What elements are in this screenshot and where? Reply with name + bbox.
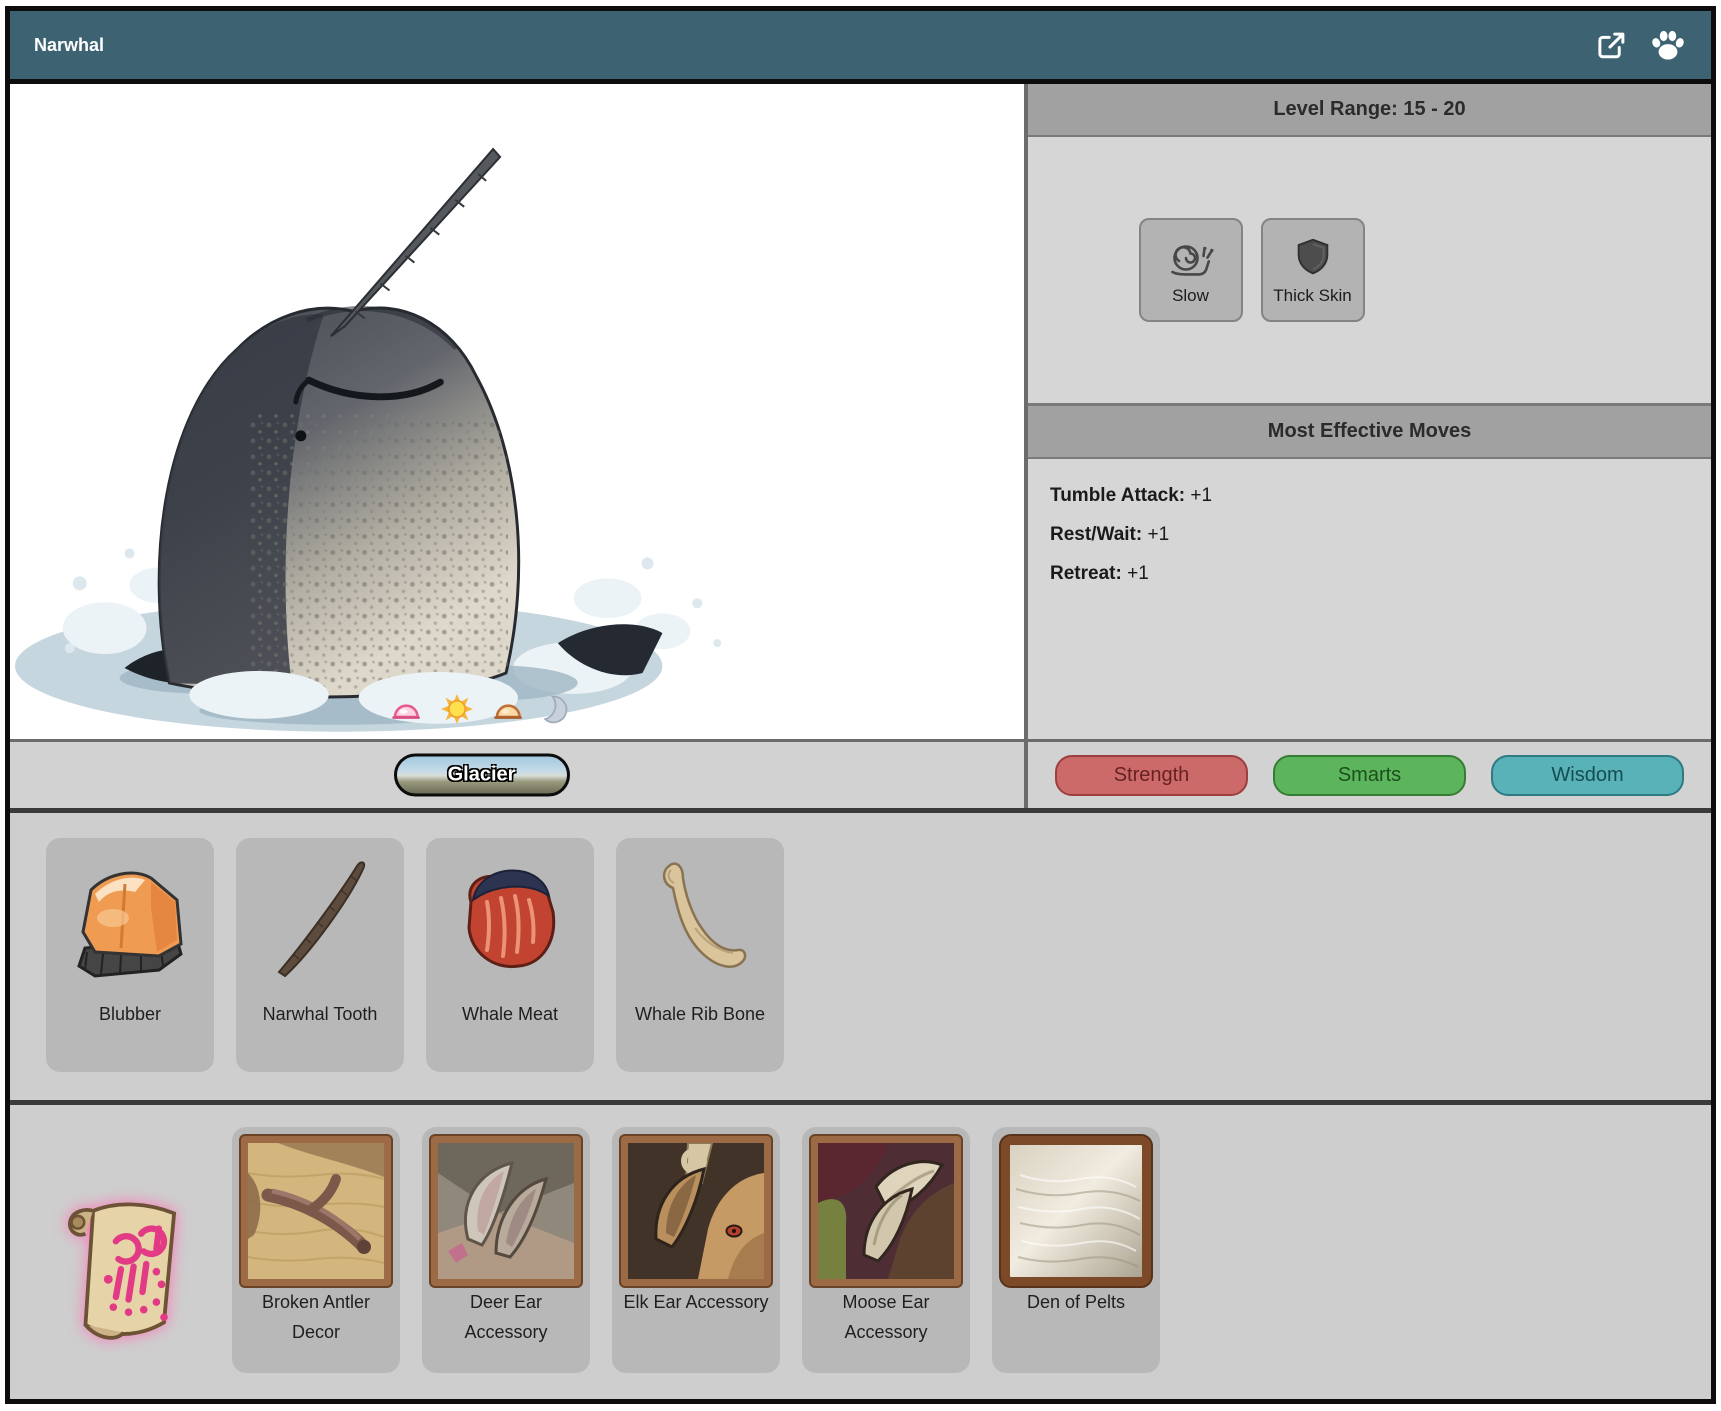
craft-label: Deer Ear Accessory: [431, 1288, 581, 1347]
elk-ear-accessory-thumb: [621, 1136, 771, 1286]
craft-card-broken-antler-decor[interactable]: Broken Antler Decor: [232, 1127, 400, 1373]
move-value: +1: [1127, 563, 1149, 584]
craft-label: Den of Pelts: [1001, 1288, 1151, 1318]
move-line: Tumble Attack: +1: [1050, 485, 1689, 507]
active-times: [391, 693, 573, 725]
shield-icon: [1291, 235, 1335, 281]
whale-rib-bone-art: [625, 848, 775, 998]
stats-bar: Strength Smarts Wisdom: [1028, 742, 1711, 808]
move-label: Tumble Attack:: [1050, 485, 1185, 506]
drop-card-whale-rib-bone[interactable]: Whale Rib Bone: [616, 838, 784, 1072]
creature-page: Narwhal: [0, 0, 1721, 1411]
main-row: Level Range: 15 - 20: [10, 84, 1711, 739]
day-icon: [441, 693, 473, 725]
page-frame: Narwhal: [5, 6, 1716, 1404]
drop-label: Narwhal Tooth: [245, 1000, 395, 1030]
craftables-section: Broken Antler Decor Deer Ear Accessory: [10, 1100, 1711, 1399]
drop-card-whale-meat[interactable]: Whale Meat: [426, 838, 594, 1072]
drop-card-narwhal-tooth[interactable]: Narwhal Tooth: [236, 838, 404, 1072]
blubber-art: [55, 848, 205, 998]
ability-label: Slow: [1172, 286, 1209, 306]
sunset-icon: [493, 696, 523, 722]
drop-label: Blubber: [55, 1000, 205, 1030]
external-link-icon[interactable]: [1596, 30, 1627, 61]
craft-label: Elk Ear Accessory: [621, 1288, 771, 1318]
move-value: +1: [1190, 485, 1212, 506]
ability-label: Thick Skin: [1273, 286, 1351, 306]
moves-list: Tumble Attack: +1 Rest/Wait: +1 Retreat:…: [1028, 459, 1711, 739]
page-title: Narwhal: [34, 35, 104, 56]
night-icon: [543, 694, 573, 724]
deer-ear-accessory-thumb: [431, 1136, 581, 1286]
drop-label: Whale Rib Bone: [625, 1000, 775, 1030]
header-icons: [1596, 28, 1687, 62]
drop-card-blubber[interactable]: Blubber: [46, 838, 214, 1072]
ability-slow: Slow: [1139, 218, 1243, 322]
stat-button-wisdom[interactable]: Wisdom: [1491, 755, 1684, 796]
ability-thick-skin: Thick Skin: [1261, 218, 1365, 322]
craft-label: Moose Ear Accessory: [811, 1288, 961, 1347]
biome-bar: Glacier: [10, 742, 1028, 808]
sunrise-icon: [391, 696, 421, 722]
biome-stats-bar: Glacier Strength Smarts Wisdom: [10, 739, 1711, 808]
biome-button-glacier[interactable]: Glacier: [394, 754, 570, 797]
narwhal-illustration: [10, 84, 1024, 739]
moves-header: Most Effective Moves: [1028, 403, 1711, 459]
recipe-scroll-icon[interactable]: [50, 1157, 202, 1399]
move-label: Retreat:: [1050, 563, 1122, 584]
snail-icon: [1167, 235, 1215, 281]
craft-card-elk-ear-accessory[interactable]: Elk Ear Accessory: [612, 1127, 780, 1373]
ability-area: Slow Thick Skin: [1028, 137, 1711, 403]
stat-button-strength[interactable]: Strength: [1055, 755, 1248, 796]
move-line: Rest/Wait: +1: [1050, 524, 1689, 546]
move-value: +1: [1147, 524, 1169, 545]
moose-ear-accessory-thumb: [811, 1136, 961, 1286]
header: Narwhal: [10, 11, 1711, 84]
drops-section: Blubber Narwhal Tooth: [10, 808, 1711, 1100]
craft-card-den-of-pelts[interactable]: Den of Pelts: [992, 1127, 1160, 1373]
narwhal-tooth-art: [245, 848, 395, 998]
craft-card-moose-ear-accessory[interactable]: Moose Ear Accessory: [802, 1127, 970, 1373]
move-line: Retreat: +1: [1050, 563, 1689, 585]
drop-label: Whale Meat: [435, 1000, 585, 1030]
ability-badges: Slow Thick Skin: [1139, 218, 1365, 322]
info-panel: Level Range: 15 - 20: [1028, 84, 1711, 739]
paw-icon[interactable]: [1649, 28, 1687, 62]
stat-button-smarts[interactable]: Smarts: [1273, 755, 1466, 796]
craft-label: Broken Antler Decor: [241, 1288, 391, 1347]
creature-image-panel: [10, 84, 1028, 739]
move-label: Rest/Wait:: [1050, 524, 1142, 545]
den-of-pelts-thumb: [1001, 1136, 1151, 1286]
level-range-header: Level Range: 15 - 20: [1028, 84, 1711, 137]
whale-meat-art: [435, 848, 585, 998]
craft-card-deer-ear-accessory[interactable]: Deer Ear Accessory: [422, 1127, 590, 1373]
biome-label: Glacier: [448, 764, 516, 786]
broken-antler-decor-thumb: [241, 1136, 391, 1286]
